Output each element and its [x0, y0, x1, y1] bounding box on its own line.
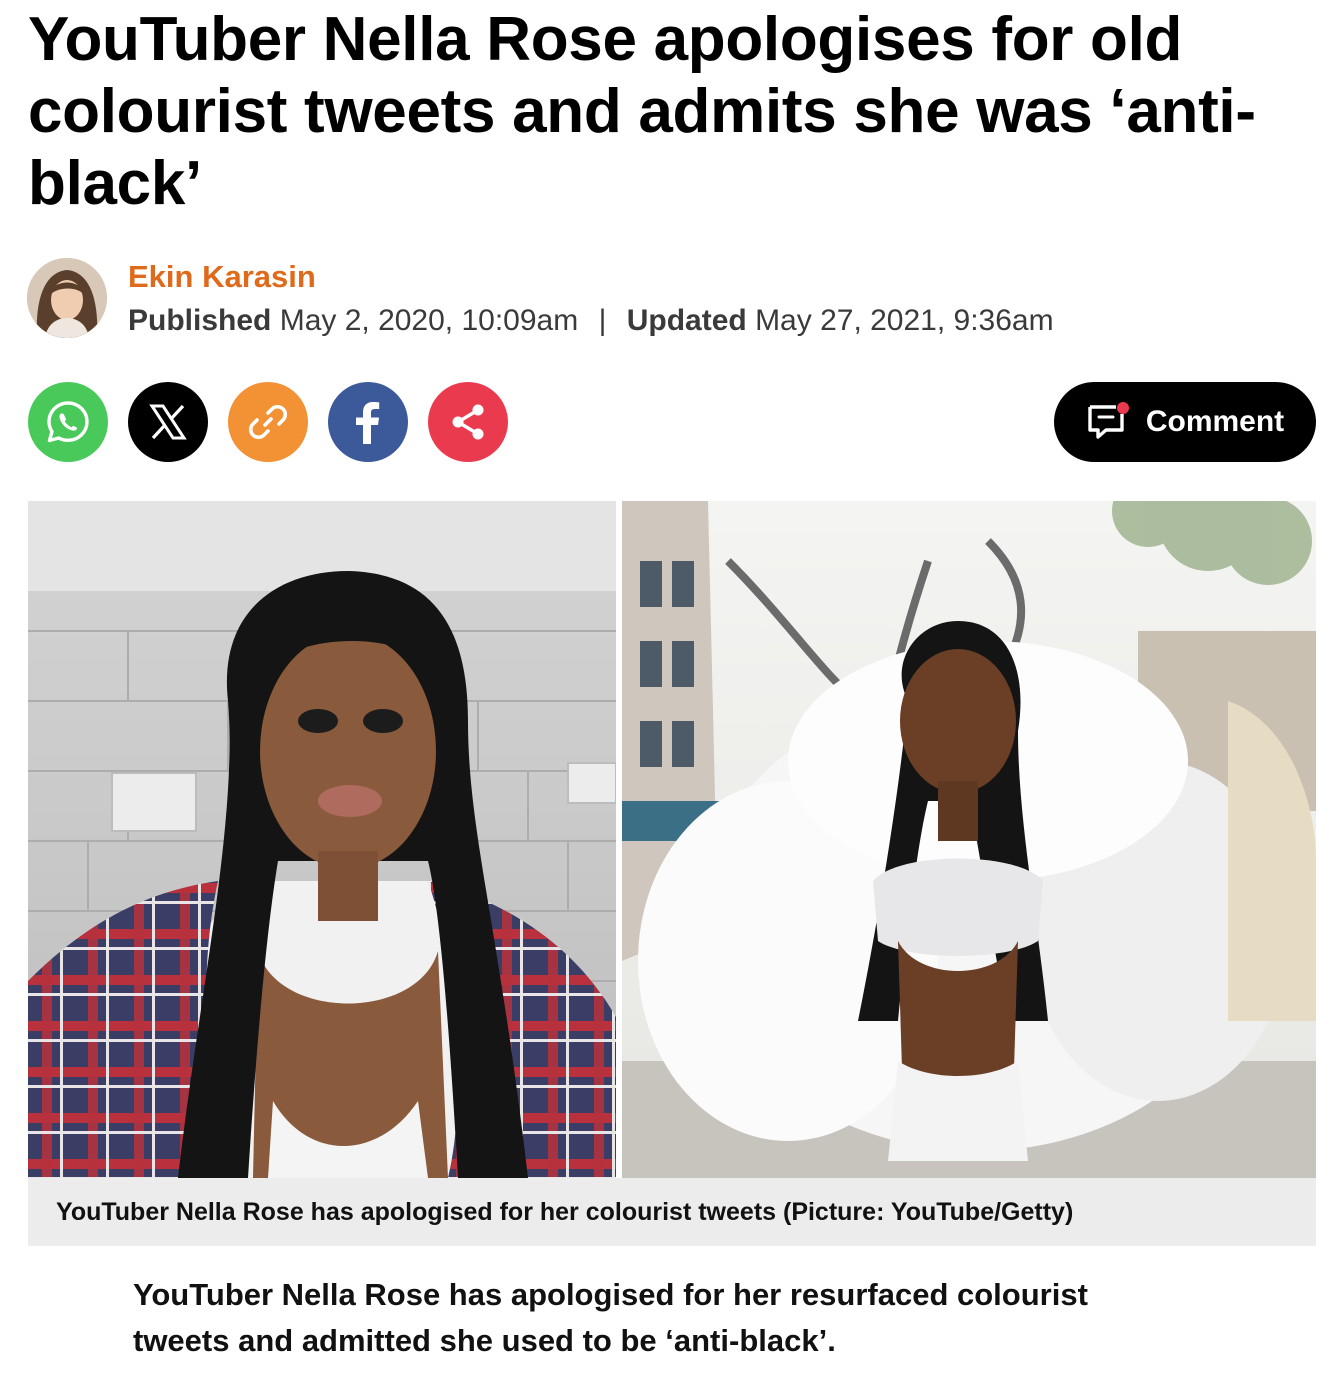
share-whatsapp-button[interactable] [28, 382, 108, 462]
share-icon [452, 404, 484, 440]
updated-label: Updated [626, 304, 747, 337]
whatsapp-icon [47, 401, 89, 443]
comment-button[interactable]: Comment [1054, 382, 1316, 462]
published-date: May 2, 2020, 10:09am [279, 304, 579, 337]
x-icon [149, 404, 187, 440]
link-icon [248, 404, 288, 440]
share-more-button[interactable] [428, 382, 508, 462]
share-facebook-button[interactable] [328, 382, 408, 462]
updated-date: May 27, 2021, 9:36am [755, 304, 1054, 337]
share-x-button[interactable] [128, 382, 208, 462]
published-label: Published [128, 304, 272, 337]
publish-meta: Published May 2, 2020, 10:09am | Updated… [128, 302, 1054, 340]
copy-link-button[interactable] [228, 382, 308, 462]
author-name[interactable]: Ekin Karasin [128, 258, 316, 296]
author-avatar[interactable] [27, 258, 107, 338]
notification-dot [1116, 402, 1129, 414]
article-page: YouTuber Nella Rose apologises for old c… [0, 0, 1336, 1382]
meta-separator: | [598, 304, 607, 337]
facebook-icon [356, 402, 380, 444]
lead-paragraph: YouTuber Nella Rose has apologised for h… [133, 1277, 1088, 1358]
hero-photo-illustration [28, 501, 1316, 1178]
comment-label: Comment [1145, 405, 1285, 438]
image-caption-bar: YouTuber Nella Rose has apologised for h… [28, 1178, 1316, 1246]
image-caption: YouTuber Nella Rose has apologised for h… [56, 1197, 1074, 1226]
article-hero-image[interactable] [28, 501, 1316, 1178]
comment-icon [1088, 402, 1129, 439]
author-photo-icon [27, 258, 107, 338]
article-headline: YouTuber Nella Rose apologises for old c… [28, 5, 1256, 218]
